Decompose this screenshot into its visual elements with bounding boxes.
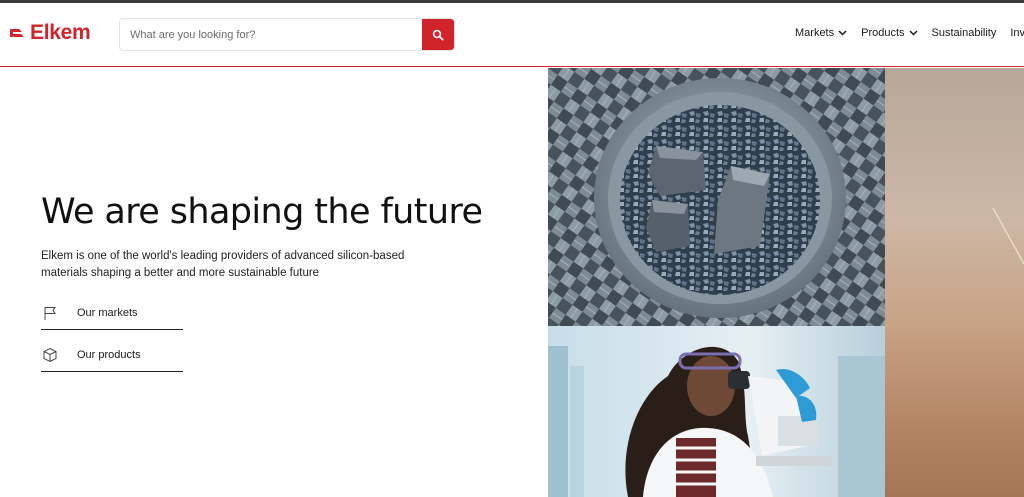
flag-icon [41, 304, 59, 322]
our-products-label: Our products [77, 348, 141, 361]
main-nav: Markets Products Sustainability Inv [795, 27, 1024, 39]
nav-item-sustainability[interactable]: Sustainability [932, 27, 997, 39]
hero-title: We are shaping the future [41, 192, 483, 232]
nav-item-label: Inv [1010, 27, 1024, 39]
nav-item-label: Sustainability [931, 27, 997, 39]
our-markets-label: Our markets [77, 306, 138, 319]
cube-icon [41, 346, 59, 364]
nav-item-label: Products [861, 27, 905, 39]
search-box [119, 18, 455, 51]
our-products-link[interactable]: Our products [41, 338, 183, 372]
hero-description: Elkem is one of the world's leading prov… [41, 250, 405, 279]
nav-item-markets[interactable]: Markets [795, 27, 847, 39]
chevron-down-icon [909, 30, 918, 36]
scientist-microscope-image [548, 326, 885, 497]
site-header: Elkem Markets Products Sustainability [0, 3, 1024, 67]
hero-section: We are shaping the future Elkem is one o… [0, 68, 548, 497]
silicon-bowl-image [548, 68, 885, 326]
elkem-logo-icon [10, 29, 24, 37]
nav-item-label: Markets [795, 27, 835, 39]
brand-name: Elkem [30, 21, 91, 44]
our-markets-link[interactable]: Our markets [41, 296, 183, 330]
elkem-logo[interactable]: Elkem [8, 20, 91, 46]
nav-item-products[interactable]: Products [861, 27, 918, 39]
search-icon [432, 29, 444, 41]
search-button[interactable] [422, 19, 454, 50]
chevron-down-icon [838, 30, 847, 36]
nav-item-investors[interactable]: Inv [1010, 27, 1024, 39]
search-input[interactable] [120, 19, 424, 50]
sunset-landscape-image [885, 68, 1024, 497]
